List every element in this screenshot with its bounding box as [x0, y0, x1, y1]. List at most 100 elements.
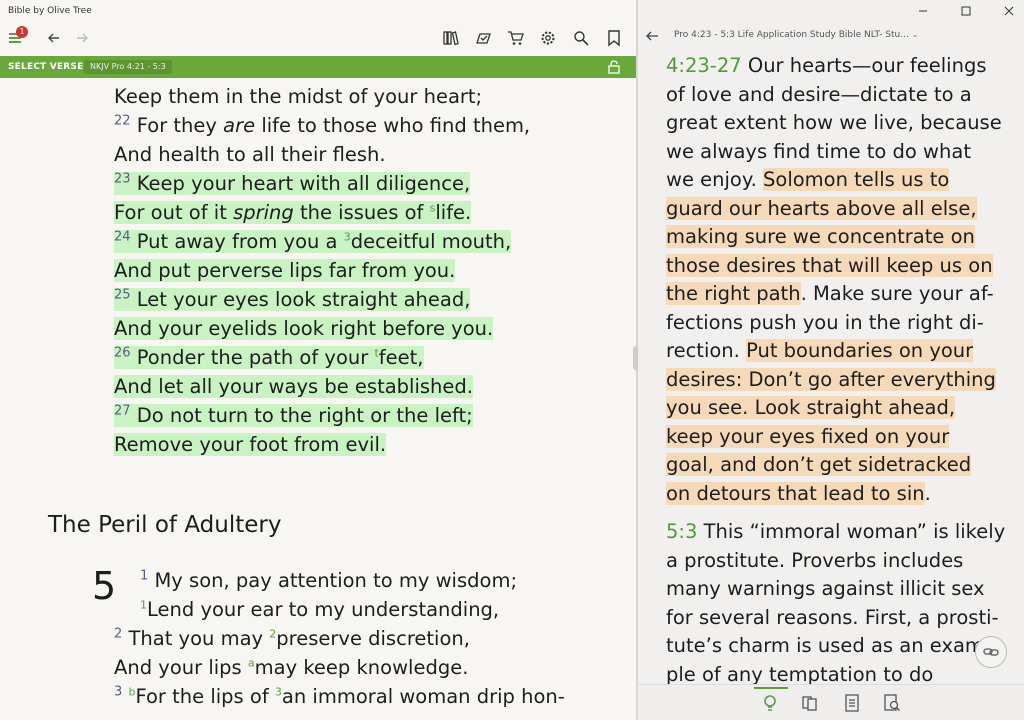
footnote-marker[interactable]: 3 [275, 686, 282, 699]
note-line: on detours that lead to sin. [666, 480, 931, 509]
notes-header: Pro 4:23 - 5:3 Life Application Study Bi… [638, 22, 1024, 50]
text-run: Ponder the path of your [130, 346, 375, 369]
verse-line[interactable]: 23 Keep your heart with all diligence, [114, 169, 471, 198]
reading-plan-button[interactable] [472, 26, 496, 50]
select-verse-label[interactable]: SELECT VERSE [8, 62, 83, 72]
section-heading: The Peril of Adultery [48, 512, 282, 538]
reference-chip[interactable]: NKJV Pro 4:21 - 5:3 [84, 60, 172, 74]
note-line: a prostitute. Proverbs includes [666, 547, 963, 576]
highlighted-text: desires: Don’t go after everything [666, 367, 996, 391]
italic-text: are [223, 114, 256, 137]
text-run: rection. [666, 339, 747, 362]
footnote-marker[interactable]: 1 [140, 599, 147, 612]
document-icon[interactable] [842, 693, 862, 713]
note-reference-link[interactable]: 5:3 [666, 520, 697, 543]
store-button[interactable] [504, 26, 528, 50]
note-line: desires: Don’t go after everything [666, 366, 996, 395]
search-button[interactable] [569, 26, 593, 50]
verse-number: 24 [114, 229, 131, 245]
text-run: life to those who find them, [255, 114, 531, 137]
highlighted-text: goal, and don’t get sidetracked [666, 453, 972, 476]
maximize-icon[interactable] [959, 4, 973, 18]
verse-line[interactable]: 1 My son, pay attention to my wisdom; [140, 566, 517, 595]
footnote-marker[interactable]: a [248, 657, 255, 670]
verse-line[interactable]: And your eyelids look right before you. [114, 314, 494, 343]
highlighted-text: the right path [666, 282, 801, 305]
verse-line[interactable]: 26 Ponder the path of your tfeet, [114, 343, 424, 372]
footnote-marker[interactable]: 3 [344, 231, 351, 244]
chevron-down-icon: ⌄ [911, 30, 919, 39]
window-title: Bible by Olive Tree [8, 6, 92, 16]
text-run: fections push you in the right di- [666, 310, 984, 334]
notes-title-dropdown[interactable]: Pro 4:23 - 5:3 Life Application Study Bi… [674, 30, 918, 40]
lightbulb-icon[interactable] [760, 693, 780, 713]
verse-line[interactable]: 27 Do not turn to the right or the left; [114, 401, 473, 430]
link-resources-button[interactable] [975, 636, 1007, 668]
text-run: Lend your ear to my understanding, [147, 598, 500, 621]
text-run: feet, [378, 346, 424, 369]
text-run: life. [435, 201, 472, 224]
notes-title: Pro 4:23 - 5:3 Life Application Study Bi… [674, 30, 909, 40]
verse-number: 22 [114, 113, 131, 129]
library-button[interactable] [439, 26, 463, 50]
window-controls [894, 0, 1024, 22]
lock-icon[interactable] [606, 59, 622, 75]
verse-line[interactable]: Keep them in the midst of your heart; [114, 82, 482, 111]
text-run: Our hearts—our feelings [741, 54, 987, 77]
text-run: And your lips [114, 656, 248, 679]
text-run: tute’s charm is used as an exam- [666, 634, 991, 657]
text-run: a prostitute. Proverbs includes [666, 548, 964, 572]
text-run: And put perverse lips far from you. [114, 259, 456, 282]
verse-line[interactable]: 25 Let your eyes look straight ahead, [114, 285, 471, 314]
verse-line[interactable]: And your lips amay keep knowledge. [114, 653, 468, 682]
text-run: we always find time to do what [666, 139, 971, 163]
app-window: Bible by Olive Tree 1 SELECT VERSE NKJV … [0, 0, 1024, 720]
verse-line[interactable]: 3 bFor the lips of 3an immoral woman dri… [114, 682, 565, 711]
arrow-left-icon[interactable] [642, 26, 662, 46]
arrow-left-icon [48, 33, 59, 43]
book-search-icon[interactable] [882, 693, 902, 713]
select-verse-bar[interactable]: SELECT VERSE NKJV Pro 4:21 - 5:3 [0, 56, 636, 78]
verse-line[interactable]: 22 For they are life to those who find t… [114, 111, 530, 140]
highlighted-text: guard our hearts above all else, [666, 196, 977, 220]
text-run: an immoral woman drip hon- [281, 685, 565, 708]
settings-button[interactable] [536, 26, 560, 50]
minimize-icon[interactable] [916, 4, 930, 18]
reading-plan-icon [476, 33, 491, 44]
note-line: we always find time to do what [666, 138, 971, 167]
bookmark-button[interactable] [602, 26, 626, 50]
text-run: And health to all their flesh. [114, 143, 386, 166]
verse-line[interactable]: 24 Put away from you a 3deceitful mouth, [114, 227, 512, 256]
text-run: Keep them in the midst of your heart; [114, 85, 483, 108]
highlighted-text: Put boundaries on your [746, 339, 974, 362]
verse-line[interactable]: For out of it spring the issues of slife… [114, 198, 472, 227]
note-line: many warnings against illicit sex [666, 575, 985, 604]
text-run: of love and desire—dictate to a [666, 82, 972, 106]
highlighted-text: you see. Look straight ahead, [666, 396, 956, 419]
verse-line[interactable]: And put perverse lips far from you. [114, 256, 456, 285]
verse-number: 27 [114, 403, 131, 419]
verse-line[interactable]: Remove your foot from evil. [114, 430, 387, 459]
note-line: the right path. Make sure your af- [666, 280, 994, 309]
forward-button[interactable] [70, 26, 94, 50]
verse-line[interactable]: And health to all their flesh. [114, 140, 386, 169]
text-run: My son, pay attention to my wisdom; [148, 569, 518, 592]
text-run: For the lips of [135, 685, 275, 708]
verse-line[interactable]: 1Lend your ear to my understanding, [140, 595, 499, 624]
link-icon [983, 648, 999, 656]
note-line: those desires that will keep us on [666, 252, 993, 281]
text-run: Keep your heart with all diligence, [130, 172, 471, 195]
parallel-icon[interactable] [800, 693, 820, 713]
highlighted-text: Solomon tells us to [763, 168, 950, 191]
back-button[interactable] [42, 26, 66, 50]
text-run: many warnings against illicit sex [666, 577, 985, 600]
close-icon[interactable] [1002, 4, 1016, 18]
main-toolbar: 1 [0, 22, 636, 54]
notes-bottom-bar [638, 684, 1024, 720]
verse-line[interactable]: 2 That you may 2preserve discretion, [114, 624, 470, 653]
note-reference-link[interactable]: 4:23-27 [666, 54, 742, 77]
text-run: . [924, 481, 931, 505]
text-run: we enjoy. [666, 168, 764, 191]
highlighted-text: keep your eyes fixed on your [666, 424, 950, 448]
verse-line[interactable]: And let all your ways be established. [114, 372, 473, 401]
